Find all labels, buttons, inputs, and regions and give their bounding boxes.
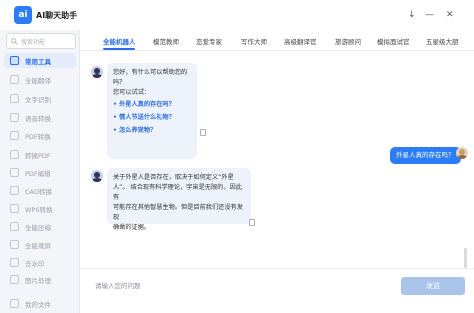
sidebar-item[interactable]: 全能压缩 <box>4 219 76 234</box>
bot-answer-bubble: 关于外星人是否存在，取决于如何定义“外星 人”。 结合现有科学理论，宇宙是无限的… <box>107 168 251 231</box>
app-title: AI聊天助手 <box>36 11 78 20</box>
sidebar-item-label: 转换PDF <box>25 151 51 160</box>
user-message-bubble: 外星人真的存在吗？ <box>390 147 461 164</box>
sidebar-item[interactable]: 去水印 <box>4 255 76 270</box>
sidebar-item[interactable]: 语音转换 <box>4 110 76 125</box>
tool-icon <box>10 75 19 84</box>
sidebar-item[interactable]: PDF转换 <box>4 128 76 143</box>
bot-greeting-bubble: 您好，有什么可以帮助您的吗？ 您可以试试： 外星人真的存在吗？ 情人节送什么礼物… <box>107 63 197 159</box>
tool-icon <box>10 299 19 308</box>
sidebar-item-label: CAD转换 <box>25 187 52 196</box>
sidebar-item[interactable]: 文字识别 <box>4 91 76 106</box>
sidebar-item[interactable]: 图片处理 <box>4 272 76 287</box>
tool-icon <box>10 94 19 103</box>
download-icon[interactable]: ↓ <box>408 9 416 21</box>
sidebar-item[interactable]: 全能录屏 <box>4 237 76 252</box>
suggestion-link[interactable]: 怎么养宠物？ <box>113 126 191 136</box>
send-button[interactable]: 发送 <box>401 277 465 295</box>
tool-icon <box>10 150 19 159</box>
search-placeholder: 搜索功能 <box>21 38 46 46</box>
tab[interactable]: 模拟面试官 <box>377 36 410 46</box>
sidebar-item-label: 我的文件 <box>25 300 51 309</box>
sidebar-item-label: 常用工具 <box>25 57 51 66</box>
tool-icon <box>10 186 19 195</box>
answer-line: 关于外星人是否存在，取决于如何定义“外星 <box>113 174 234 181</box>
sidebar-item[interactable]: 转换PDF <box>4 147 76 162</box>
scrollbar[interactable] <box>464 248 467 268</box>
answer-line: 人”。 结合现有科学理论，宇宙是无限的，因此有 <box>113 184 242 201</box>
tool-icon <box>10 275 19 284</box>
sidebar-search[interactable]: 搜索功能 <box>6 33 76 49</box>
sidebar-item-label: PDF编辑 <box>25 169 51 178</box>
answer-line: 可能存在其他智慧生物。但是目前我们还没有发现 <box>113 204 243 221</box>
tool-icon <box>10 113 19 122</box>
copy-icon[interactable] <box>200 129 206 136</box>
sidebar-item-label: 去水印 <box>25 259 45 268</box>
tab[interactable]: 恋爱专家 <box>196 36 222 46</box>
app-logo-icon: ai <box>14 6 32 24</box>
sidebar-item[interactable]: PDF编辑 <box>4 165 76 180</box>
tool-icon <box>10 131 19 140</box>
sidebar-item-label: 全能录屏 <box>25 241 51 250</box>
tab-bar: 全能机器人 模范教师 恋爱专家 写作大师 高级翻译官 旅游顾问 模拟面试官 五星级大厨 <box>81 30 474 51</box>
user-avatar <box>456 147 468 159</box>
sidebar-item[interactable]: 全能翻译 <box>4 72 76 87</box>
sidebar-item-label: 文字识别 <box>25 95 51 104</box>
sidebar-item-label: 语音转换 <box>25 114 51 123</box>
active-tab-indicator <box>103 48 135 50</box>
sidebar: 搜索功能 常用工具全能翻译文字识别语音转换 PDF转换转换PDF PDF编辑 CAD转… <box>0 30 80 313</box>
tool-icon <box>10 204 19 213</box>
tool-icon <box>10 258 19 267</box>
sidebar-item-label: 全能翻译 <box>25 76 51 85</box>
sidebar-item-label: 图片处理 <box>25 276 51 285</box>
question-input[interactable] <box>95 279 395 293</box>
sidebar-item-label: WPS转换 <box>25 205 53 214</box>
tool-icon <box>10 222 19 231</box>
main-panel: 全能机器人 模范教师 恋爱专家 写作大师 高级翻译官 旅游顾问 模拟面试官 五星级大厨 您好，… <box>81 30 474 313</box>
greeting-hint: 您可以试试： <box>113 89 151 96</box>
tab[interactable]: 模范教师 <box>153 36 179 46</box>
tab[interactable]: 写作大师 <box>241 36 267 46</box>
tool-icon <box>10 168 19 177</box>
title-bar: ai AI聊天助手 ↓ — ✕ <box>0 0 474 30</box>
composer: 发送 <box>81 268 474 313</box>
greeting-text: 您好，有什么可以帮助您的吗？ <box>113 69 188 86</box>
suggestion-link[interactable]: 外星人真的存在吗？ <box>113 100 191 110</box>
sidebar-item[interactable]: 我的文件 <box>4 296 76 311</box>
sidebar-item[interactable]: 常用工具 <box>4 53 76 68</box>
search-icon <box>11 37 18 45</box>
sidebar-item[interactable]: CAD转换 <box>4 183 76 198</box>
copy-icon[interactable] <box>249 219 255 226</box>
tool-icon <box>10 240 19 249</box>
bot-avatar <box>91 170 103 182</box>
tab[interactable]: 五星级大厨 <box>426 36 459 46</box>
tab[interactable]: 旅游顾问 <box>335 36 361 46</box>
suggestion-link[interactable]: 情人节送什么礼物？ <box>113 113 191 123</box>
tab[interactable]: 高级翻译官 <box>284 36 317 46</box>
tool-icon <box>10 56 19 65</box>
tab[interactable]: 全能机器人 <box>103 36 136 46</box>
sidebar-item[interactable]: WPS转换 <box>4 201 76 216</box>
bot-avatar <box>91 66 103 78</box>
sidebar-item-label: PDF转换 <box>25 132 51 141</box>
minimize-icon[interactable]: — <box>425 9 434 21</box>
sidebar-item-label: 全能压缩 <box>25 223 51 232</box>
answer-line: 确凿的证据。 <box>113 224 151 231</box>
close-icon[interactable]: ✕ <box>446 9 454 21</box>
